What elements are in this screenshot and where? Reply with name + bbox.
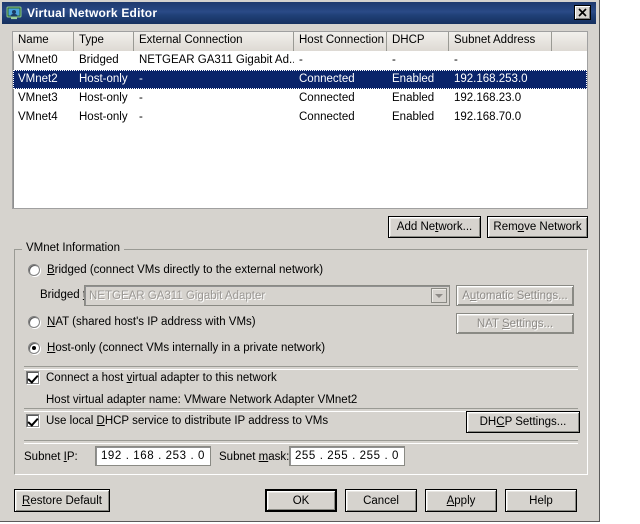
subnet-ip-label: Subnet IP: xyxy=(24,451,78,463)
close-x-glyph xyxy=(578,8,587,17)
cell-subnet: - xyxy=(454,54,458,66)
table-row[interactable]: VMnet0 Bridged NETGEAR GA311 Gigabit Ad.… xyxy=(13,51,587,70)
radio-nat[interactable]: NAT (shared host's IP address with VMs) xyxy=(28,316,256,328)
cell-host: Connected xyxy=(299,111,355,123)
radio-host-only-indicator[interactable] xyxy=(28,342,40,354)
use-local-dhcp-checkbox[interactable]: Use local DHCP service to distribute IP … xyxy=(26,414,328,427)
network-list[interactable]: Name Type External Connection Host Conne… xyxy=(12,31,588,209)
apply-button[interactable]: Apply xyxy=(425,489,497,512)
column-header-dhcp[interactable]: DHCP xyxy=(387,32,449,51)
cell-dhcp: - xyxy=(392,54,396,66)
radio-nat-label: NAT (shared host's IP address with VMs) xyxy=(47,316,256,328)
chevron-down-icon[interactable] xyxy=(431,288,447,303)
column-header-subnet-address[interactable]: Subnet Address xyxy=(449,32,552,51)
divider-3 xyxy=(24,440,578,444)
cell-subnet: 192.168.253.0 xyxy=(454,73,528,85)
dhcp-settings-button[interactable]: DHCP Settings... xyxy=(466,411,580,433)
cancel-button[interactable]: Cancel xyxy=(345,489,417,512)
add-network-button[interactable]: Add Network... xyxy=(388,216,481,238)
column-header-name[interactable]: Name xyxy=(13,32,74,51)
cell-dhcp: Enabled xyxy=(392,92,435,104)
cell-external: NETGEAR GA311 Gigabit Ad... xyxy=(139,54,294,66)
cell-name: VMnet4 xyxy=(18,111,58,123)
radio-host-only[interactable]: Host-only (connect VMs internally in a p… xyxy=(28,342,325,354)
cell-type: Host-only xyxy=(79,73,128,85)
column-header-type[interactable]: Type xyxy=(74,32,134,51)
cell-host: - xyxy=(299,54,303,66)
cell-external: - xyxy=(139,92,143,104)
virtual-network-icon xyxy=(6,5,22,21)
virtual-network-editor-dialog: Virtual Network Editor Name Type Externa… xyxy=(0,0,600,522)
subnet-mask-label: Subnet mask: xyxy=(219,451,290,463)
cell-host: Connected xyxy=(299,92,355,104)
divider-1 xyxy=(24,366,578,370)
subnet-ip-value: 192 . 168 . 253 . 0 xyxy=(100,450,206,462)
column-header-external-connection[interactable]: External Connection xyxy=(134,32,294,51)
restore-default-button[interactable]: Restore Default xyxy=(14,489,110,512)
use-local-dhcp-label: Use local DHCP service to distribute IP … xyxy=(46,414,329,427)
cell-type: Bridged xyxy=(79,54,119,66)
help-button[interactable]: Help xyxy=(505,489,577,512)
cell-name: VMnet0 xyxy=(18,54,58,66)
table-row[interactable]: VMnet3 Host-only - Connected Enabled 192… xyxy=(13,89,587,108)
network-list-header: Name Type External Connection Host Conne… xyxy=(13,32,587,51)
cell-external: - xyxy=(139,111,143,123)
connect-host-adapter-checkbox[interactable]: Connect a host virtual adapter to this n… xyxy=(26,371,277,384)
cell-type: Host-only xyxy=(79,92,128,104)
cell-dhcp: Enabled xyxy=(392,111,435,123)
remove-network-button[interactable]: Remove Network xyxy=(487,216,588,238)
cell-name: VMnet3 xyxy=(18,92,58,104)
radio-bridged-label: Bridged (connect VMs directly to the ext… xyxy=(47,264,324,276)
subnet-mask-input[interactable]: 255 . 255 . 255 . 0 xyxy=(289,446,405,466)
host-adapter-name-text: Host virtual adapter name: VMware Networ… xyxy=(46,394,358,406)
radio-host-only-label: Host-only (connect VMs internally in a p… xyxy=(47,342,326,354)
table-row[interactable]: VMnet2 Host-only - Connected Enabled 192… xyxy=(13,70,587,89)
subnet-mask-value: 255 . 255 . 255 . 0 xyxy=(294,450,400,462)
checkbox-dhcp-indicator[interactable] xyxy=(26,414,39,427)
ok-button[interactable]: OK xyxy=(265,489,337,512)
screen: Virtual Network Editor Name Type Externa… xyxy=(0,0,640,524)
cell-subnet: 192.168.70.0 xyxy=(454,111,522,123)
column-header-host-connection[interactable]: Host Connection xyxy=(294,32,387,51)
checkbox-connect-adapter-indicator[interactable] xyxy=(26,371,39,384)
cell-type: Host-only xyxy=(79,111,128,123)
vmnet-information-title: VMnet Information xyxy=(22,242,124,254)
nat-settings-button[interactable]: NAT Settings... xyxy=(456,313,574,334)
column-header-filler xyxy=(552,32,587,51)
cell-name: VMnet2 xyxy=(18,73,58,85)
bridged-to-value: NETGEAR GA311 Gigabit Adapter xyxy=(89,289,266,302)
radio-nat-indicator[interactable] xyxy=(28,316,40,328)
subnet-ip-input[interactable]: 192 . 168 . 253 . 0 xyxy=(95,446,211,466)
window-titlebar[interactable]: Virtual Network Editor xyxy=(2,2,596,24)
automatic-settings-button[interactable]: Automatic Settings... xyxy=(456,285,574,306)
radio-bridged[interactable]: Bridged (connect VMs directly to the ext… xyxy=(28,264,323,276)
bridged-to-select[interactable]: NETGEAR GA311 Gigabit Adapter xyxy=(84,285,450,306)
cell-subnet: 192.168.23.0 xyxy=(454,92,522,104)
cell-external: - xyxy=(139,73,143,85)
window-title: Virtual Network Editor xyxy=(27,6,158,20)
cell-dhcp: Enabled xyxy=(392,73,435,85)
cell-host: Connected xyxy=(299,73,355,85)
connect-host-adapter-label: Connect a host virtual adapter to this n… xyxy=(46,371,277,384)
table-row[interactable]: VMnet4 Host-only - Connected Enabled 192… xyxy=(13,108,587,127)
close-icon[interactable] xyxy=(574,5,591,20)
radio-bridged-indicator[interactable] xyxy=(28,264,40,276)
